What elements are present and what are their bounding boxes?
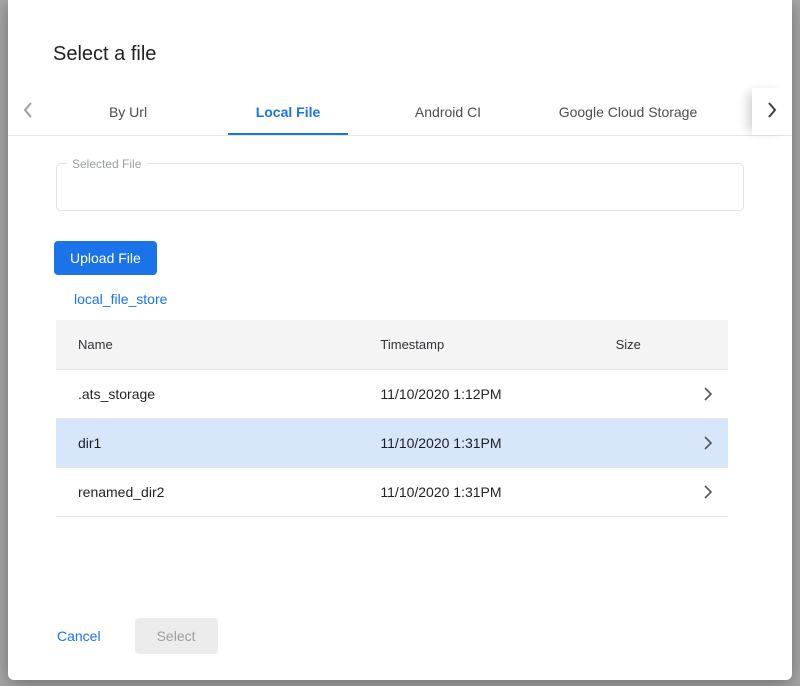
row-open-button[interactable]: [688, 484, 728, 500]
cancel-button[interactable]: Cancel: [53, 620, 105, 652]
cell-name: renamed_dir2: [56, 484, 358, 500]
chevron-right-icon: [767, 102, 777, 121]
tab-by-url[interactable]: By Url: [48, 88, 208, 135]
tab-label: Android CI: [415, 104, 481, 120]
selected-file-label: Selected File: [67, 157, 146, 171]
cell-timestamp: 11/10/2020 1:31PM: [358, 484, 593, 500]
selected-file-field: Selected File: [56, 163, 744, 211]
cell-timestamp: 11/10/2020 1:12PM: [358, 386, 593, 402]
table-header-row: Name Timestamp Size: [56, 320, 728, 370]
select-file-dialog: Select a file By Url Local File Android …: [8, 0, 792, 680]
tab-google-cloud-storage[interactable]: Google Cloud Storage: [528, 88, 728, 135]
chevron-left-icon: [23, 102, 33, 121]
row-open-button[interactable]: [688, 435, 728, 451]
table-row[interactable]: renamed_dir2 11/10/2020 1:31PM: [56, 468, 728, 517]
file-table: Name Timestamp Size .ats_storage 11/10/2…: [56, 320, 728, 517]
chevron-right-icon: [703, 386, 713, 402]
tab-label: By Url: [109, 104, 147, 120]
selected-file-input[interactable]: [57, 164, 743, 210]
header-timestamp: Timestamp: [358, 337, 593, 352]
chevron-right-icon: [703, 484, 713, 500]
cell-name: dir1: [56, 435, 358, 451]
tab-bar: By Url Local File Android CI Google Clou…: [8, 88, 792, 136]
select-button[interactable]: Select: [135, 618, 218, 654]
tab-label: Google Cloud Storage: [559, 104, 698, 120]
table-row[interactable]: .ats_storage 11/10/2020 1:12PM: [56, 370, 728, 419]
tabs-scroll-right-button[interactable]: [752, 88, 792, 135]
upload-file-button[interactable]: Upload File: [54, 241, 157, 275]
breadcrumb[interactable]: local_file_store: [74, 291, 167, 307]
dialog-footer: Cancel Select: [53, 618, 218, 654]
dialog-title: Select a file: [53, 42, 792, 66]
row-open-button[interactable]: [688, 386, 728, 402]
cell-name: .ats_storage: [56, 386, 358, 402]
header-name: Name: [56, 337, 358, 352]
tabs-scroll-left-button[interactable]: [8, 88, 48, 135]
table-row[interactable]: dir1 11/10/2020 1:31PM: [56, 419, 728, 468]
cell-timestamp: 11/10/2020 1:31PM: [358, 435, 593, 451]
header-size: Size: [594, 337, 688, 352]
chevron-right-icon: [703, 435, 713, 451]
tab-label: Local File: [256, 104, 321, 120]
tab-local-file[interactable]: Local File: [208, 88, 368, 135]
tab-android-ci[interactable]: Android CI: [368, 88, 528, 135]
